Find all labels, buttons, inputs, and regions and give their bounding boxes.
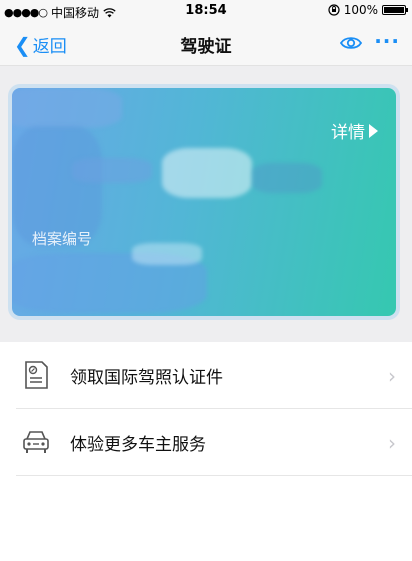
card-area: 详情 档案编号 <box>0 66 412 342</box>
nav-bar: ❮ 返回 驾驶证 ··· <box>0 22 412 66</box>
triangle-right-icon <box>369 123 378 138</box>
more-button[interactable]: ··· <box>374 29 400 53</box>
car-icon <box>23 431 49 453</box>
list-item-car-services[interactable]: 体验更多车主服务 › <box>16 409 412 476</box>
eye-icon[interactable] <box>340 34 362 52</box>
chevron-right-icon: › <box>388 431 396 455</box>
status-right: 100% <box>328 3 408 17</box>
rotation-lock-icon <box>328 4 340 16</box>
driver-license-card[interactable]: 详情 档案编号 <box>12 88 396 316</box>
service-list: 领取国际驾照认证件 › 体验更多车主服务 › <box>0 342 412 476</box>
status-bar: ●●●●○ 中国移动 18:54 100% <box>0 0 412 22</box>
battery-fill <box>384 7 404 13</box>
chevron-right-icon: › <box>388 364 396 388</box>
detail-label: 详情 <box>331 123 365 143</box>
list-item-label: 体验更多车主服务 <box>70 434 206 455</box>
battery-percent: 100% <box>343 3 378 17</box>
archive-number-label: 档案编号 <box>32 230 93 248</box>
list-item-international-license[interactable]: 领取国际驾照认证件 › <box>16 342 412 409</box>
list-item-label: 领取国际驾照认证件 <box>70 367 223 388</box>
battery-icon <box>382 5 408 15</box>
license-document-icon <box>25 361 48 389</box>
detail-link[interactable]: 详情 <box>331 118 378 143</box>
